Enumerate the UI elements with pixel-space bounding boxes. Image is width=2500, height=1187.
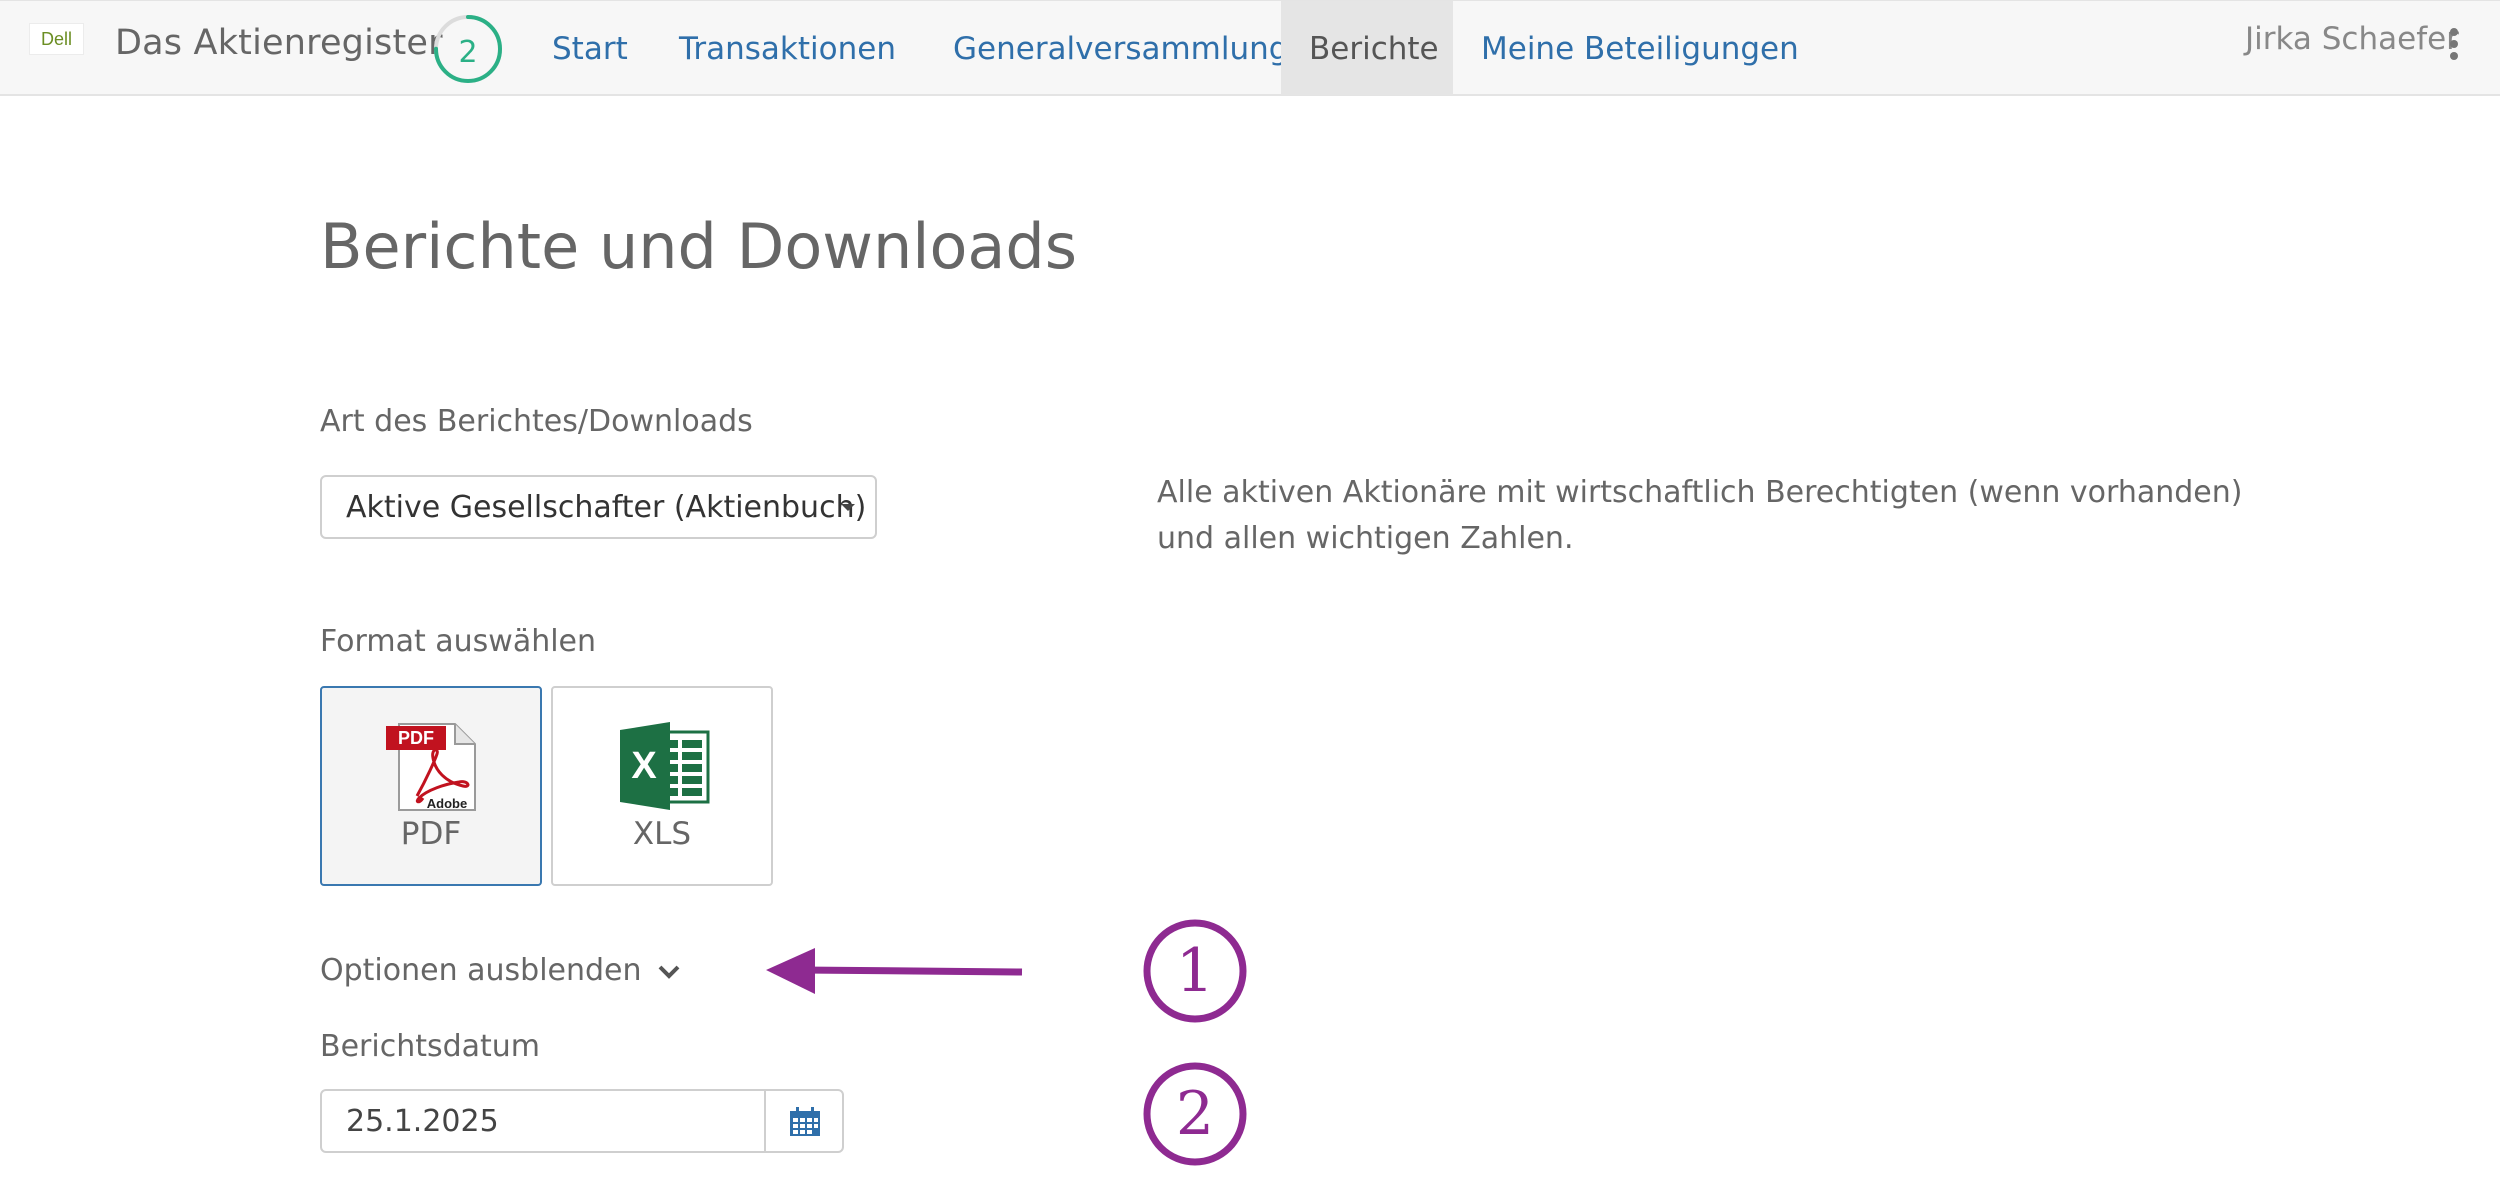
nav-berichte[interactable]: Berichte xyxy=(1281,1,1453,95)
calendar-button[interactable] xyxy=(764,1089,844,1153)
nav-meine-beteiligungen[interactable]: Meine Beteiligungen xyxy=(1481,1,1799,95)
options-toggle-label: Optionen ausblenden xyxy=(320,953,642,988)
format-label: Format auswählen xyxy=(320,624,597,659)
svg-text:PDF: PDF xyxy=(398,728,434,748)
report-type-selected-value: Aktive Gesellschafter (Aktienbuch) xyxy=(346,490,867,525)
report-date-label: Berichtsdatum xyxy=(320,1029,541,1064)
format-xls-label: XLS xyxy=(632,816,692,852)
calendar-icon xyxy=(790,1107,820,1136)
chevron-down-icon xyxy=(658,965,680,979)
annotation-marker-2: 2 xyxy=(1175,1079,1215,1149)
svg-text:Adobe: Adobe xyxy=(427,796,467,811)
excel-icon: X xyxy=(614,720,714,812)
nav-generalversammlung[interactable]: Generalversammlung xyxy=(953,1,1288,95)
report-date-value: 25.1.2025 xyxy=(346,1104,499,1139)
progress-number: 2 xyxy=(458,35,478,70)
caret-down-icon xyxy=(841,504,855,511)
options-toggle[interactable]: Optionen ausblenden xyxy=(320,953,681,988)
report-date-input[interactable]: 25.1.2025 xyxy=(320,1089,766,1153)
format-option-xls[interactable]: X XLS xyxy=(551,686,773,886)
annotation-arrow-shaft xyxy=(799,966,1023,976)
svg-text:X: X xyxy=(631,745,657,787)
annotation-arrowhead xyxy=(766,948,815,994)
annotation-marker-1: 1 xyxy=(1175,936,1215,1006)
annotation-overlay xyxy=(766,919,1247,1166)
nav-transaktionen[interactable]: Transaktionen xyxy=(679,1,896,95)
pdf-icon: PDF Adobe xyxy=(383,720,483,812)
report-type-label: Art des Berichtes/Downloads xyxy=(320,404,753,439)
report-description: Alle aktiven Aktionäre mit wirtschaftlic… xyxy=(1157,475,2243,556)
app-title[interactable]: Das Aktienregister xyxy=(115,23,443,63)
progress-indicator[interactable]: 2 xyxy=(432,13,504,85)
company-logo[interactable]: Dell xyxy=(29,23,84,55)
top-navbar: Dell Das Aktienregister 2 Start Transakt… xyxy=(0,0,2500,96)
nav-start[interactable]: Start xyxy=(552,1,628,95)
format-option-pdf[interactable]: PDF Adobe PDF xyxy=(320,686,542,886)
user-menu-name[interactable]: Jirka Schaefer xyxy=(2245,21,2459,57)
format-pdf-label: PDF xyxy=(400,816,462,852)
more-menu-icon[interactable] xyxy=(2448,28,2460,60)
report-type-select[interactable]: Aktive Gesellschafter (Aktienbuch) xyxy=(320,475,877,539)
page-title: Berichte und Downloads xyxy=(320,210,1078,283)
